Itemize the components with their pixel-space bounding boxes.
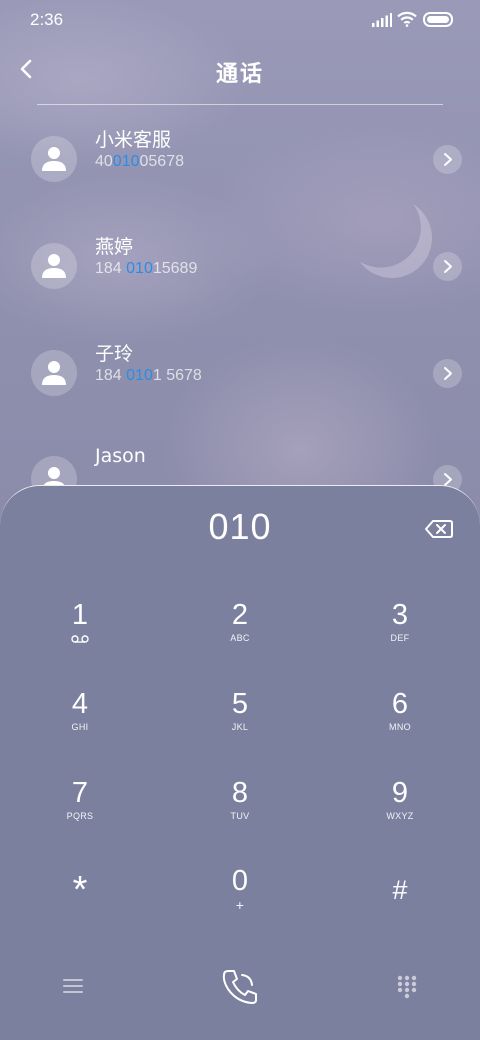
person-icon: [42, 254, 66, 278]
key-9[interactable]: 9 WXYZ: [345, 776, 455, 846]
avatar: [31, 350, 77, 396]
voicemail-icon: [71, 635, 89, 643]
backspace-icon[interactable]: [425, 519, 453, 539]
chevron-right-icon: [444, 367, 452, 380]
contact-name: 小米客服: [95, 129, 172, 151]
key-digit: 5: [231, 688, 249, 720]
person-icon: [42, 361, 66, 385]
contact-number: 4001005678: [95, 153, 184, 170]
key-2[interactable]: 2 ABC: [185, 598, 295, 668]
chevron-right-icon: [444, 153, 452, 166]
dial-input[interactable]: 010: [0, 506, 480, 548]
key-hash[interactable]: #: [345, 864, 455, 934]
key-digit: 0: [231, 865, 249, 897]
key-6[interactable]: 6 MNO: [345, 687, 455, 757]
key-digit: 3: [391, 599, 409, 631]
list-item[interactable]: 燕婷 184 01015689: [0, 236, 480, 323]
key-letters: DEF: [390, 633, 410, 643]
key-digit: 2: [231, 599, 249, 631]
key-8[interactable]: 8 TUV: [185, 776, 295, 846]
keypad-icon[interactable]: [397, 975, 417, 999]
key-5[interactable]: 5 JKL: [185, 687, 295, 757]
status-time: 2:36: [30, 10, 64, 29]
details-button[interactable]: [433, 359, 462, 388]
key-letters: PQRS: [66, 811, 94, 821]
wifi-icon: [397, 11, 417, 27]
key-4[interactable]: 4 GHI: [25, 687, 135, 757]
phone-icon[interactable]: [220, 967, 260, 1007]
key-letters: JKL: [231, 722, 249, 732]
key-7[interactable]: 7 PQRS: [25, 776, 135, 846]
list-item[interactable]: 小米客服 4001005678: [0, 129, 480, 216]
key-letters: MNO: [389, 722, 411, 732]
key-digit: 4: [71, 688, 89, 720]
key-digit: #: [392, 875, 408, 905]
key-digit: 7: [71, 777, 89, 809]
person-icon: [42, 147, 66, 171]
signal-icon: [372, 13, 392, 27]
key-digit: 9: [391, 777, 409, 809]
page-title: 通话: [215, 62, 264, 87]
details-button[interactable]: [433, 252, 462, 281]
details-button[interactable]: [433, 145, 462, 174]
avatar: [31, 136, 77, 182]
key-letters: ABC: [230, 633, 250, 643]
key-3[interactable]: 3 DEF: [345, 598, 455, 668]
contact-name: 子玲: [95, 343, 134, 365]
contact-number: 184 0101 5678: [95, 367, 202, 384]
key-digit: *: [72, 869, 88, 911]
key-digit: 6: [391, 688, 409, 720]
key-letters: +: [235, 897, 245, 913]
key-letters: GHI: [71, 722, 89, 732]
key-letters: WXYZ: [386, 811, 414, 821]
list-item[interactable]: 子玲 184 0101 5678: [0, 343, 480, 430]
key-0[interactable]: 0 +: [185, 864, 295, 934]
status-bar: 2:36: [0, 0, 480, 40]
key-letters: TUV: [230, 811, 250, 821]
key-star[interactable]: *: [25, 864, 135, 934]
contact-name: Jason: [95, 445, 146, 467]
menu-icon[interactable]: [62, 976, 84, 996]
header-divider: [37, 104, 443, 105]
key-digit: 1: [71, 599, 89, 631]
dial-pad-panel: 010 1 2 ABC 3 DEF 4 GHI 5 JKL 6 MNO 7 PQ…: [0, 485, 480, 1040]
battery-icon: [423, 12, 453, 27]
avatar: [31, 243, 77, 289]
key-1[interactable]: 1: [25, 598, 135, 668]
key-digit: 8: [231, 777, 249, 809]
chevron-right-icon: [444, 260, 452, 273]
contact-name: 燕婷: [95, 236, 134, 258]
contact-number: 184 01015689: [95, 260, 198, 277]
